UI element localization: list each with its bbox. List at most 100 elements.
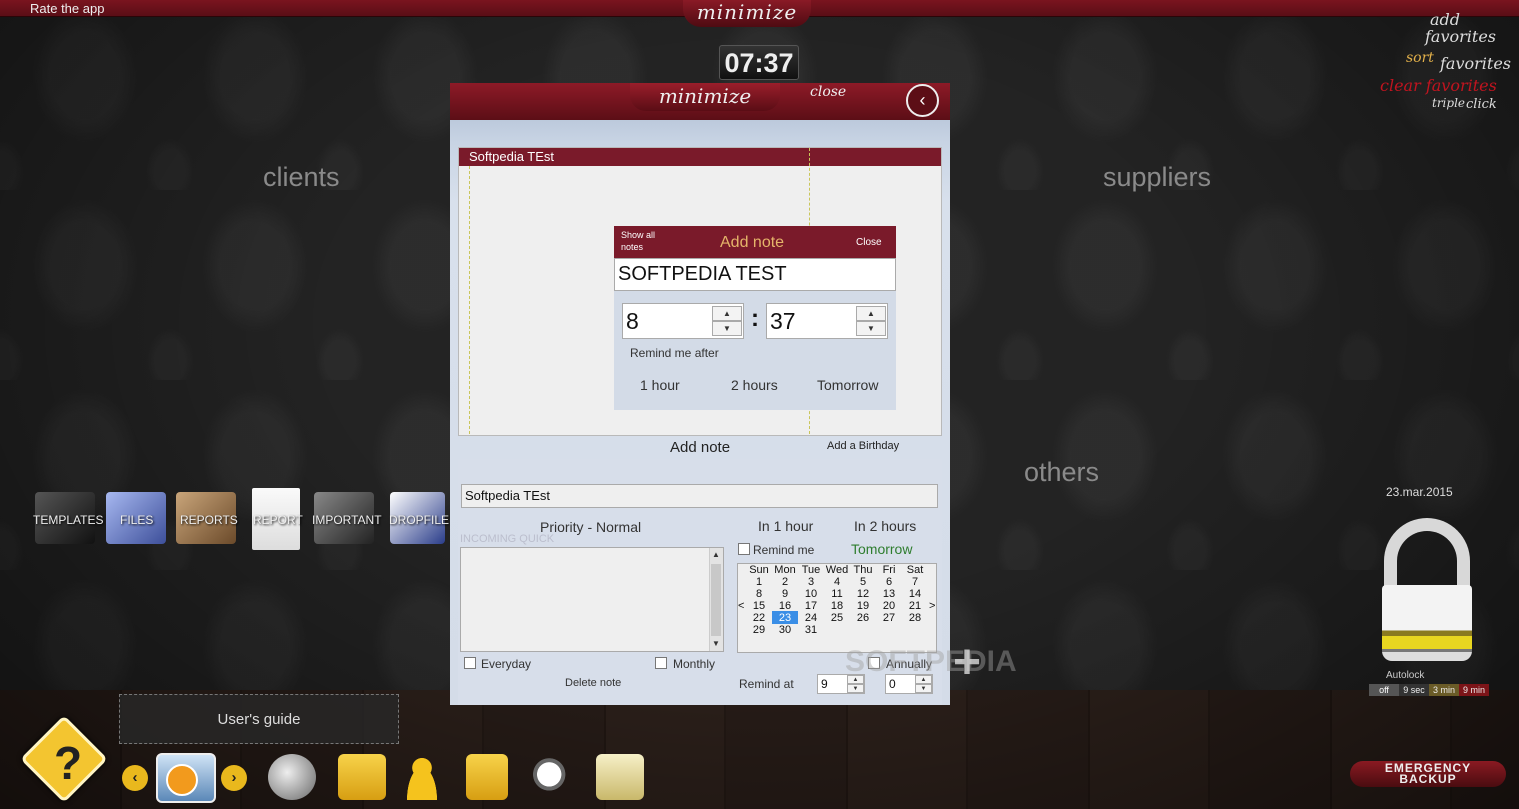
calendar-day[interactable]: 19 bbox=[850, 600, 876, 612]
scroll-up-icon[interactable]: ▲ bbox=[709, 548, 723, 562]
calendar-day[interactable]: 21 bbox=[902, 600, 928, 612]
dock-prev-button[interactable]: ‹ bbox=[122, 765, 148, 791]
search-folder-icon[interactable] bbox=[596, 754, 644, 800]
delete-note-button[interactable]: Delete note bbox=[565, 677, 621, 689]
calendar-day[interactable]: 16 bbox=[772, 600, 798, 612]
calendar-next-button[interactable]: > bbox=[929, 600, 935, 612]
calendar-day[interactable]: 13 bbox=[876, 588, 902, 600]
add-birthday-button[interactable]: Add a Birthday bbox=[827, 440, 899, 452]
remind-minute-down[interactable]: ▼ bbox=[915, 684, 932, 693]
calendar-day[interactable]: 28 bbox=[902, 612, 928, 624]
calendar-day[interactable]: 11 bbox=[824, 588, 850, 600]
note-body-textarea[interactable] bbox=[460, 547, 724, 652]
others-section[interactable]: others bbox=[1024, 457, 1099, 488]
remind-me-label: Remind me bbox=[753, 543, 815, 557]
calendar-day[interactable]: 1 bbox=[746, 576, 772, 588]
calendar-day[interactable]: 10 bbox=[798, 588, 824, 600]
clock: 07:37 bbox=[719, 45, 799, 80]
note-title-input[interactable]: Softpedia TEst bbox=[461, 484, 938, 508]
calendar-day[interactable]: 18 bbox=[824, 600, 850, 612]
back-arrow-icon[interactable]: ‹ bbox=[906, 84, 939, 117]
emergency-backup-button[interactable]: EMERGENCY BACKUP bbox=[1350, 761, 1506, 787]
add-note-button[interactable]: Add note bbox=[670, 439, 730, 456]
everyday-checkbox[interactable] bbox=[464, 657, 476, 669]
remind-hour-down[interactable]: ▼ bbox=[847, 684, 864, 693]
calendar-day[interactable]: 27 bbox=[876, 612, 902, 624]
remind-me-checkbox[interactable] bbox=[738, 543, 750, 555]
calendar-day[interactable]: 4 bbox=[824, 576, 850, 588]
date-display: 23.mar.2015 bbox=[1386, 485, 1453, 499]
calendar-day[interactable]: 23 bbox=[772, 612, 798, 624]
add-note-title: Add note bbox=[720, 234, 785, 251]
add-note-close-button[interactable]: Close bbox=[856, 237, 882, 248]
remind-1-hour-button[interactable]: 1 hour bbox=[640, 377, 680, 393]
minutes-up-button[interactable]: ▲ bbox=[856, 306, 886, 321]
report-label: REPORT bbox=[253, 513, 303, 527]
click-hint: click bbox=[1466, 97, 1497, 112]
contact-card-icon[interactable] bbox=[466, 754, 508, 800]
calendar-day[interactable]: 29 bbox=[746, 624, 772, 636]
search-magnifier-icon[interactable] bbox=[530, 756, 578, 802]
minimize-button[interactable]: minimize bbox=[683, 0, 811, 27]
autolock-9sec-option[interactable]: 9 sec bbox=[1399, 684, 1429, 696]
dock-next-button[interactable]: › bbox=[221, 765, 247, 791]
divider bbox=[469, 166, 470, 434]
clear-favorites-link[interactable]: clear favorites bbox=[1380, 76, 1497, 95]
users-guide-button[interactable]: User's guide bbox=[119, 694, 399, 744]
calendar-day-header: Thu bbox=[853, 564, 873, 576]
in-2-hours-button[interactable]: In 2 hours bbox=[854, 518, 916, 534]
calendar-day[interactable]: 6 bbox=[876, 576, 902, 588]
calendar-day[interactable]: 2 bbox=[772, 576, 798, 588]
monthly-checkbox[interactable] bbox=[655, 657, 667, 669]
background-label: INCOMING QUICK bbox=[460, 533, 555, 545]
rate-app-link[interactable]: Rate the app bbox=[30, 1, 104, 16]
scroll-down-icon[interactable]: ▼ bbox=[709, 637, 723, 651]
scroll-thumb[interactable] bbox=[711, 564, 721, 636]
calendar-day[interactable]: 14 bbox=[902, 588, 928, 600]
padlock-icon[interactable] bbox=[1382, 585, 1472, 661]
calendar-day[interactable]: 9 bbox=[772, 588, 798, 600]
calendar-day[interactable]: 17 bbox=[798, 600, 824, 612]
tomorrow-button[interactable]: Tomorrow bbox=[851, 541, 912, 557]
in-1-hour-button[interactable]: In 1 hour bbox=[758, 518, 813, 534]
calendar-day[interactable]: 26 bbox=[850, 612, 876, 624]
remind-2-hours-button[interactable]: 2 hours bbox=[731, 377, 778, 393]
contact-person-icon[interactable] bbox=[401, 754, 443, 800]
autolock-3min-option[interactable]: 3 min bbox=[1429, 684, 1459, 696]
calendar-day-header: Sun bbox=[749, 564, 769, 576]
autolock-9min-option[interactable]: 9 min bbox=[1459, 684, 1489, 696]
autolock-off-option[interactable]: off bbox=[1369, 684, 1399, 696]
note-text-input[interactable]: SOFTPEDIA TEST bbox=[614, 258, 896, 291]
calendar-day[interactable]: 24 bbox=[798, 612, 824, 624]
suppliers-section[interactable]: suppliers bbox=[1103, 162, 1211, 193]
priority-selector[interactable]: Priority - Normal bbox=[540, 519, 641, 535]
modal-minimize-button[interactable]: minimize bbox=[630, 83, 780, 111]
time-separator: : bbox=[751, 305, 759, 332]
sort-favorites-link[interactable]: sort bbox=[1406, 50, 1434, 66]
calendar-day[interactable]: 3 bbox=[798, 576, 824, 588]
minutes-down-button[interactable]: ▼ bbox=[856, 321, 886, 336]
calendar-day[interactable]: 15 bbox=[746, 600, 772, 612]
note-card-title[interactable]: Softpedia TEst bbox=[459, 148, 941, 166]
calendar-prev-button[interactable]: < bbox=[738, 600, 744, 612]
history-icon[interactable] bbox=[338, 754, 386, 800]
calendar-day[interactable]: 22 bbox=[746, 612, 772, 624]
remind-tomorrow-button[interactable]: Tomorrow bbox=[817, 377, 878, 393]
calendar-day[interactable]: 30 bbox=[772, 624, 798, 636]
sort-favorites-link-2[interactable]: favorites bbox=[1440, 54, 1511, 73]
calendar-day-header: Mon bbox=[774, 564, 796, 576]
calendar-day[interactable]: 7 bbox=[902, 576, 928, 588]
music-disc-icon[interactable] bbox=[268, 754, 316, 800]
calendar-day[interactable]: 5 bbox=[850, 576, 876, 588]
show-all-notes-button[interactable]: Show all notes bbox=[621, 229, 671, 253]
calendar-day[interactable]: 20 bbox=[876, 600, 902, 612]
modal-close-button[interactable]: close bbox=[810, 84, 846, 100]
calendar-day[interactable]: 12 bbox=[850, 588, 876, 600]
clients-section[interactable]: clients bbox=[263, 162, 340, 193]
calendar-day[interactable]: 8 bbox=[746, 588, 772, 600]
calendar-day[interactable]: 25 bbox=[824, 612, 850, 624]
hours-down-button[interactable]: ▼ bbox=[712, 321, 742, 336]
calendar-day[interactable]: 31 bbox=[798, 624, 824, 636]
add-favorites-link-2[interactable]: favorites bbox=[1425, 27, 1496, 46]
hours-up-button[interactable]: ▲ bbox=[712, 306, 742, 321]
